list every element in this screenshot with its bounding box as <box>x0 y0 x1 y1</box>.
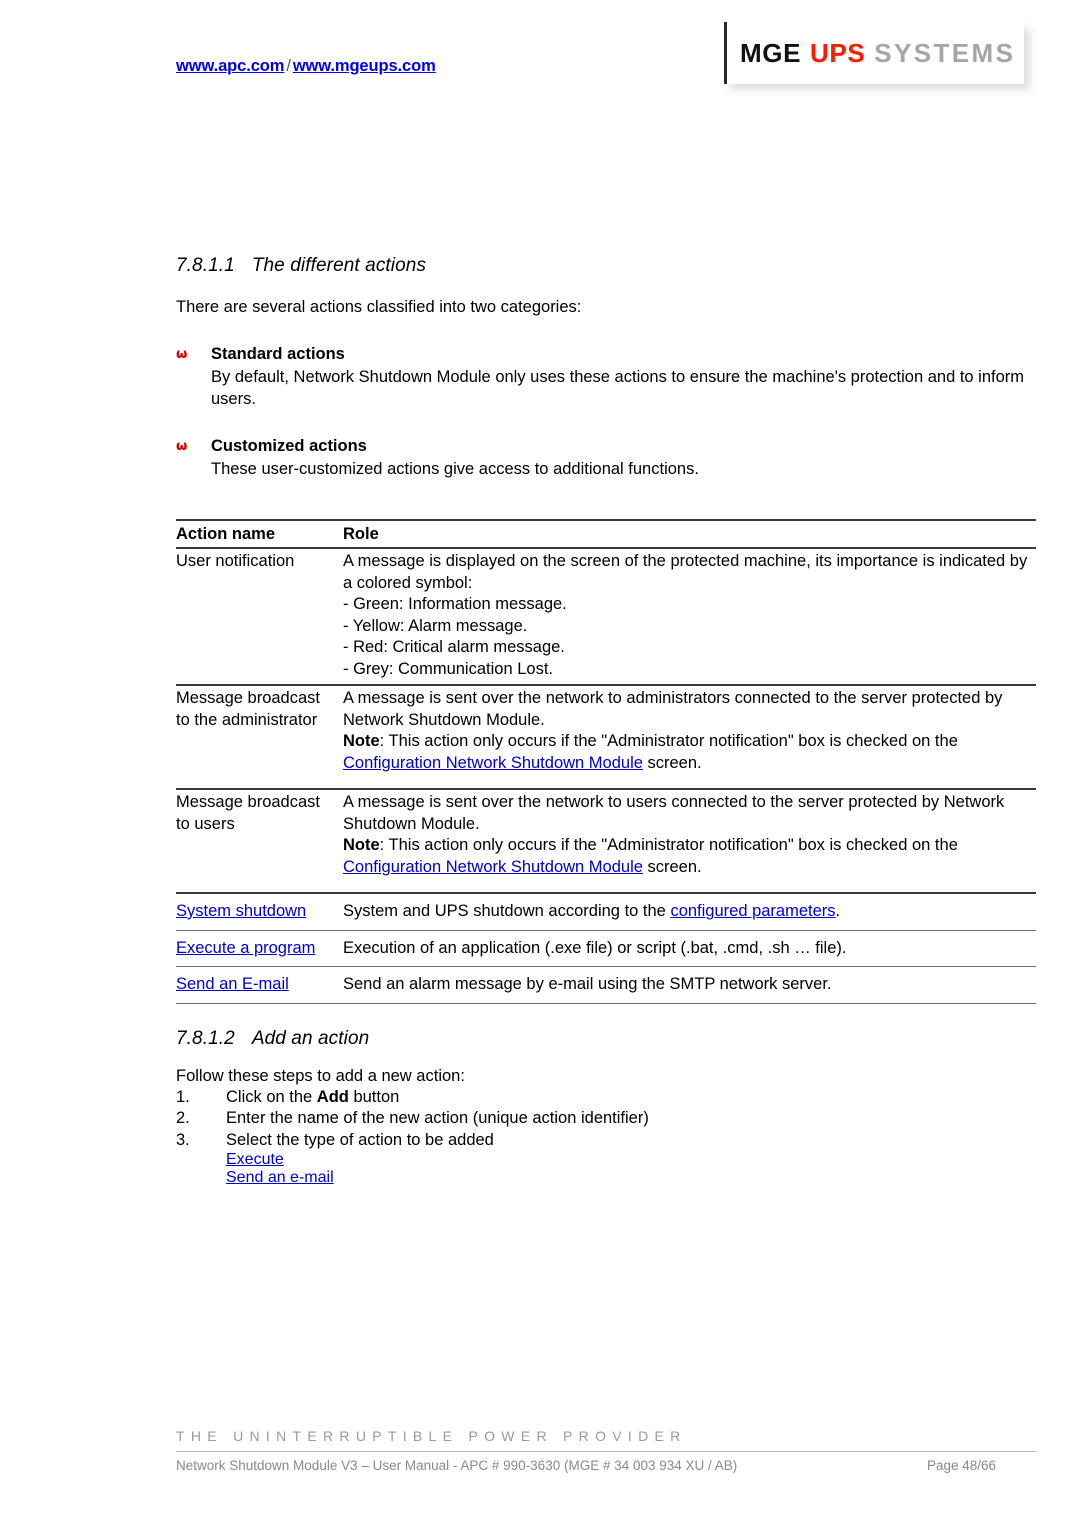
page-footer: THE UNINTERRUPTIBLE POWER PROVIDER Netwo… <box>176 1428 1036 1473</box>
role-line: - Red: Critical alarm message. <box>343 638 565 656</box>
logo-box: MGE UPS SYSTEMS <box>724 22 1024 84</box>
step-text: Select the type of action to be added <box>226 1130 494 1149</box>
bullet-title-customized-actions: Customized actions <box>211 437 367 455</box>
cell-action-name: Message broadcast to users <box>176 789 343 894</box>
bullet-title-standard-actions: Standard actions <box>211 345 345 363</box>
list-item: 3. Select the type of action to be added <box>176 1130 1036 1152</box>
cell-role: Send an alarm message by e-mail using th… <box>343 966 1036 1004</box>
bullet-icon: ω <box>176 439 188 454</box>
intro-paragraph: There are several actions classified int… <box>176 298 582 316</box>
cell-role: A message is displayed on the screen of … <box>343 548 1036 686</box>
table-row: Message broadcast to the administrator A… <box>176 685 1036 790</box>
bullet-body-customized-actions: These user-customized actions give acces… <box>211 460 699 478</box>
role-line: - Grey: Communication Lost. <box>343 659 553 678</box>
cell-action-name: Message broadcast to the administrator <box>176 685 343 790</box>
role-main-text: A message is sent over the network to us… <box>343 793 1005 833</box>
link-mgeups-website[interactable]: www.mgeups.com <box>293 57 436 75</box>
logo-text: MGE UPS SYSTEMS <box>740 38 1015 69</box>
cell-role: A message is sent over the network to us… <box>343 789 1036 894</box>
list-item: 2. Enter the name of the new action (uniq… <box>176 1108 1036 1130</box>
list-item: 1. Click on the Add button <box>176 1087 1036 1109</box>
link-send-an-e-mail[interactable]: Send an e-mail <box>226 1169 1036 1187</box>
column-header-role: Role <box>343 518 1036 549</box>
step-text: Enter the name of the new action (unique… <box>226 1109 649 1127</box>
table-row: Send an E-mail Send an alarm message by … <box>176 966 1036 1004</box>
table-row: Message broadcast to users A message is … <box>176 789 1036 894</box>
cell-action-name: System shutdown <box>176 893 343 931</box>
footer-row: Network Shutdown Module V3 – User Manual… <box>176 1452 1036 1473</box>
add-action-steps: 1. Click on the Add button 2. Enter the na… <box>176 1087 1036 1152</box>
add-action-type-links: Execute Send an e-mail <box>176 1151 1036 1187</box>
heading-number: 7.8.1.2 <box>176 1027 235 1049</box>
step-text-after: button <box>348 1087 400 1106</box>
header-website-links: www.apc.com / www.mgeups.com <box>176 57 436 76</box>
link-send-an-email[interactable]: Send an E-mail <box>176 975 289 993</box>
cell-action-name: User notification <box>176 548 343 686</box>
step-number: 2. <box>176 1109 190 1127</box>
heading-title: Add an action <box>251 1027 370 1049</box>
heading-7-8-1-2: 7.8.1.2 Add an action <box>176 1028 1036 1050</box>
bullet-standard-actions: ω Standard actions By default, Network S… <box>176 344 1036 410</box>
logo-word-mge: MGE <box>740 37 802 68</box>
logo-word-ups: UPS <box>810 37 866 68</box>
link-system-shutdown[interactable]: System shutdown <box>176 902 306 920</box>
bullet-body-standard-actions: By default, Network Shutdown Module only… <box>211 368 1025 408</box>
role-line: - Green: Information message. <box>343 595 567 613</box>
add-action-intro: Follow these steps to add a new action: <box>176 1066 465 1085</box>
role-text-after: . <box>835 902 841 920</box>
bullet-icon: ω <box>176 347 188 362</box>
link-separator: / <box>286 57 291 75</box>
role-main-text: A message is sent over the network to ad… <box>343 689 1003 729</box>
footer-tagline: THE UNINTERRUPTIBLE POWER PROVIDER <box>176 1428 687 1444</box>
table-row: User notification A message is displayed… <box>176 548 1036 686</box>
table-row: System shutdown System and UPS shutdown … <box>176 893 1036 931</box>
link-execute[interactable]: Execute <box>226 1151 1036 1169</box>
footer-page-number: Page 48/66 <box>926 1458 996 1473</box>
step-bold-add: Add <box>316 1087 349 1106</box>
table-row: Execute a program Execution of an applic… <box>176 930 1036 967</box>
table-header-row: Action name Role <box>176 518 1036 549</box>
note-tail: screen. <box>642 753 702 772</box>
page-content: 7.8.1.1 The different actions There are s… <box>176 255 1036 1187</box>
link-configuration-network-shutdown-module[interactable]: Configuration Network Shutdown Module <box>343 754 643 772</box>
column-header-action-name: Action name <box>176 518 343 549</box>
step-number: 1. <box>176 1087 190 1106</box>
actions-table: Action name Role User notification A mes… <box>176 518 1036 1004</box>
cell-action-name: Execute a program <box>176 930 343 967</box>
link-execute-a-program[interactable]: Execute a program <box>176 939 315 957</box>
note-label: Note <box>343 836 380 854</box>
heading-7-8-1-1: 7.8.1.1 The different actions <box>176 255 1036 277</box>
cell-role: Execution of an application (.exe file) … <box>343 930 1036 967</box>
link-configuration-network-shutdown-module[interactable]: Configuration Network Shutdown Module <box>343 858 643 876</box>
link-configured-parameters[interactable]: configured parameters <box>670 902 835 920</box>
bullet-customized-actions: ω Customized actions These user-customiz… <box>176 436 1036 481</box>
heading-number: 7.8.1.1 <box>176 255 235 276</box>
mge-ups-systems-logo: MGE UPS SYSTEMS <box>724 22 1030 90</box>
cell-action-name: Send an E-mail <box>176 966 343 1004</box>
page-header: www.apc.com / www.mgeups.com MGE UPS SYSTEMS <box>0 0 1080 120</box>
note-text: : This action only occurs if the "Admini… <box>379 732 958 750</box>
note-text: : This action only occurs if the "Admini… <box>379 836 958 854</box>
step-number: 3. <box>176 1130 190 1149</box>
note-tail: screen. <box>642 857 702 876</box>
footer-document-info: Network Shutdown Module V3 – User Manual… <box>176 1458 738 1473</box>
logo-word-systems: SYSTEMS <box>874 37 1016 68</box>
link-apc-website[interactable]: www.apc.com <box>176 57 284 75</box>
role-line: - Yellow: Alarm message. <box>343 616 528 635</box>
heading-title: The different actions <box>251 255 427 276</box>
cell-role: A message is sent over the network to ad… <box>343 685 1036 790</box>
step-text-before: Click on the <box>226 1087 317 1106</box>
note-label: Note <box>343 732 380 750</box>
role-line: A message is displayed on the screen of … <box>343 552 1028 592</box>
cell-role: System and UPS shutdown according to the… <box>343 893 1036 931</box>
role-text-before: System and UPS shutdown according to the <box>343 902 671 920</box>
